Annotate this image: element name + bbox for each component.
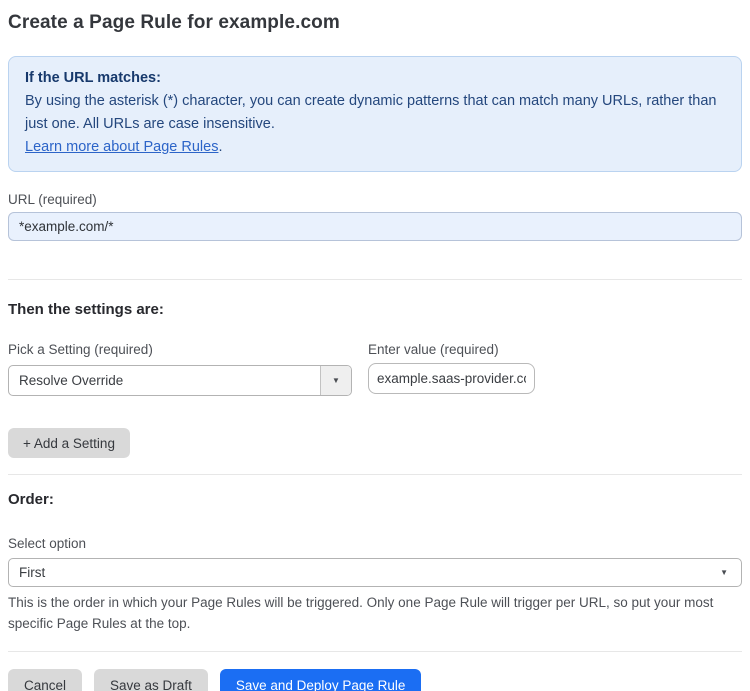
chevron-down-icon[interactable]: ▼ (320, 366, 351, 395)
settings-row: Pick a Setting (required) Resolve Overri… (8, 342, 742, 396)
url-input[interactable] (8, 212, 742, 241)
divider (8, 474, 742, 475)
form-actions: Cancel Save as Draft Save and Deploy Pag… (8, 669, 742, 691)
order-help-text: This is the order in which your Page Rul… (8, 595, 714, 631)
order-select-label: Select option (8, 536, 87, 551)
info-box-heading: If the URL matches: (25, 70, 161, 86)
info-box-body: By using the asterisk (*) character, you… (25, 93, 717, 132)
divider (8, 279, 742, 280)
setting-value-column: Enter value (required) (368, 342, 535, 394)
url-match-info-box: If the URL matches: By using the asteris… (8, 56, 742, 172)
url-label: URL (required) (8, 192, 97, 207)
order-section-heading: Order: (8, 491, 54, 508)
setting-select-value: Resolve Override (19, 373, 124, 388)
setting-picker-label: Pick a Setting (required) (8, 342, 153, 357)
chevron-down-icon: ▼ (720, 568, 728, 577)
setting-select[interactable]: Resolve Override ▼ (8, 365, 352, 396)
cancel-button[interactable]: Cancel (8, 669, 83, 691)
link-suffix: . (218, 139, 223, 155)
setting-picker-column: Pick a Setting (required) Resolve Overri… (8, 342, 352, 396)
setting-value-input[interactable] (368, 363, 535, 394)
learn-more-link[interactable]: Learn more about Page Rules (25, 139, 218, 155)
add-setting-button[interactable]: + Add a Setting (8, 428, 130, 458)
info-box-link-line: Learn more about Page Rules. (25, 136, 725, 159)
order-select[interactable]: First ▼ (8, 558, 742, 587)
setting-value-label: Enter value (required) (368, 342, 499, 357)
page-title: Create a Page Rule for example.com (8, 12, 340, 33)
order-select-value: First (19, 565, 46, 580)
divider (8, 651, 742, 652)
settings-section-heading: Then the settings are: (8, 301, 164, 318)
save-draft-button[interactable]: Save as Draft (94, 669, 208, 691)
page-rule-form: Create a Page Rule for example.com If th… (0, 0, 750, 691)
save-deploy-button[interactable]: Save and Deploy Page Rule (219, 669, 422, 691)
